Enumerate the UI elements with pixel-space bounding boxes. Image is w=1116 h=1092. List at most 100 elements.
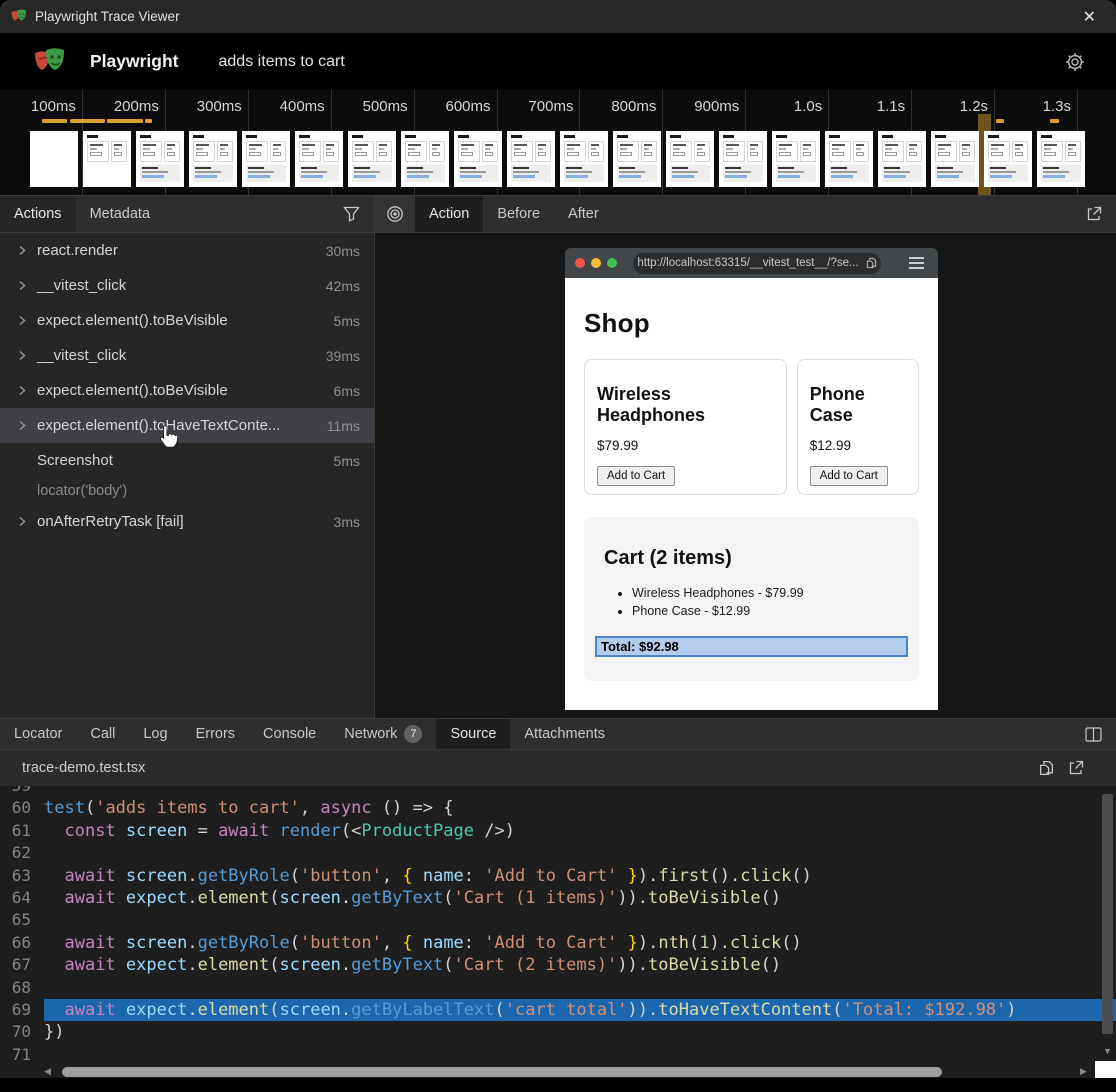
copy-url-icon[interactable] (866, 257, 877, 269)
pick-locator-target-icon[interactable] (375, 196, 415, 232)
tab-errors[interactable]: Errors (182, 719, 249, 749)
code-line: 70}) (0, 1021, 1116, 1043)
timeline-thumbnail[interactable] (666, 131, 714, 187)
action-label: onAfterRetryTask [fail] (37, 513, 184, 530)
action-row[interactable]: expect.element().toBeVisible 6ms (0, 373, 374, 408)
window-title: Playwright Trace Viewer (35, 9, 180, 24)
timeline-action-bar (70, 119, 105, 123)
open-external-icon[interactable] (1086, 206, 1102, 222)
close-icon[interactable]: ✕ (1083, 7, 1096, 27)
action-locator: locator('body') (0, 478, 374, 504)
titlebar: Playwright Trace Viewer ✕ (0, 0, 1116, 33)
vertical-scrollbar[interactable]: ▼ (1102, 794, 1113, 1060)
source-file-bar: trace-demo.test.tsx (0, 750, 1116, 786)
add-to-cart-button[interactable]: Add to Cart (810, 466, 888, 486)
timeline-action-bar (996, 119, 1004, 123)
chevron-right-icon (18, 385, 37, 396)
tab-after[interactable]: After (554, 196, 613, 232)
snapshot-page: Shop Wireless Headphones$79.99Add to Car… (565, 278, 938, 710)
timeline-action-bar (145, 119, 152, 123)
line-number: 71 (0, 1044, 44, 1064)
timeline-thumbnail[interactable] (295, 131, 343, 187)
horizontal-scrollbar[interactable]: ◀ ▶ (44, 1064, 1092, 1079)
tab-actions[interactable]: Actions (0, 196, 76, 232)
action-label: Screenshot (37, 452, 113, 469)
product-name: Wireless Headphones (597, 384, 774, 426)
scroll-right-icon[interactable]: ▶ (1080, 1066, 1092, 1077)
line-number: 59 (0, 786, 44, 797)
filter-icon[interactable] (343, 206, 360, 222)
add-to-cart-button[interactable]: Add to Cart (597, 466, 675, 486)
traffic-light-red-icon (575, 258, 585, 268)
timeline-thumbnail[interactable] (719, 131, 767, 187)
tab-network[interactable]: Network7 (330, 719, 436, 749)
vertical-scroll-thumb[interactable] (1102, 794, 1113, 1034)
line-number: 60 (0, 797, 44, 819)
action-row[interactable]: react.render30ms (0, 233, 374, 268)
split-view-icon[interactable] (1085, 727, 1102, 742)
timeline-thumbnail[interactable] (348, 131, 396, 187)
product-name: Phone Case (810, 384, 906, 426)
timeline-thumbnail[interactable] (401, 131, 449, 187)
code-line: 67 await expect.element(screen.getByText… (0, 954, 1116, 976)
horizontal-scroll-thumb[interactable] (62, 1067, 942, 1077)
action-duration: 39ms (326, 348, 374, 364)
timeline-thumbnail[interactable] (931, 131, 979, 187)
chevron-right-icon (18, 420, 37, 431)
open-source-external-icon[interactable] (1068, 760, 1084, 776)
tab-before[interactable]: Before (483, 196, 554, 232)
action-row[interactable]: expect.element().toBeVisible5ms (0, 303, 374, 338)
action-row[interactable]: onAfterRetryTask [fail]3ms (0, 504, 374, 539)
timeline-thumbnail[interactable] (878, 131, 926, 187)
action-row[interactable]: Screenshot5ms (0, 443, 374, 478)
timeline-thumbnail[interactable] (613, 131, 661, 187)
timeline-thumbnail[interactable] (507, 131, 555, 187)
action-row[interactable]: __vitest_click42ms (0, 268, 374, 303)
settings-gear-icon[interactable] (1064, 51, 1086, 73)
action-label: __vitest_click (37, 347, 126, 364)
chevron-right-icon (18, 245, 37, 256)
test-title: adds items to cart (219, 53, 345, 71)
line-number: 66 (0, 932, 44, 954)
copy-icon[interactable] (1039, 760, 1054, 776)
timeline-thumbnail[interactable] (772, 131, 820, 187)
timeline-thumbnail[interactable] (30, 131, 78, 187)
timeline-thumbnail[interactable] (136, 131, 184, 187)
line-number: 61 (0, 820, 44, 842)
tab-action[interactable]: Action (415, 196, 483, 232)
tab-attachments[interactable]: Attachments (510, 719, 619, 749)
timeline-thumbnail[interactable] (242, 131, 290, 187)
tab-source[interactable]: Source (436, 719, 510, 749)
tab-console[interactable]: Console (249, 719, 330, 749)
network-count-badge: 7 (404, 725, 422, 743)
action-label: expect.element().toBeVisible (37, 382, 228, 399)
timeline-filmstrip[interactable] (30, 131, 1085, 187)
code-line: 68 (0, 977, 1116, 999)
tab-locator[interactable]: Locator (0, 719, 76, 749)
timeline-thumbnail[interactable] (454, 131, 502, 187)
line-number: 69 (0, 999, 44, 1021)
scroll-down-icon[interactable]: ▼ (1103, 1046, 1112, 1056)
timeline-thumbnail[interactable] (560, 131, 608, 187)
action-duration: 6ms (334, 383, 374, 399)
cart-section: Cart (2 items) Wireless Headphones - $79… (584, 517, 919, 681)
scroll-left-icon[interactable]: ◀ (44, 1066, 56, 1077)
tab-log[interactable]: Log (129, 719, 181, 749)
traffic-light-green-icon (607, 258, 617, 268)
timeline-thumbnail[interactable] (825, 131, 873, 187)
action-row[interactable]: __vitest_click 39ms (0, 338, 374, 373)
source-file-name: trace-demo.test.tsx (22, 760, 145, 776)
timeline[interactable]: 100ms200ms300ms400ms500ms600ms700ms800ms… (0, 90, 1116, 196)
action-row[interactable]: expect.element().toHaveTextConte...11ms (0, 408, 374, 443)
address-bar: http://localhost:63315/__vitest_test__/?… (633, 253, 881, 274)
timeline-thumbnail[interactable] (189, 131, 237, 187)
code-line: 65 (0, 909, 1116, 931)
action-label: react.render (37, 242, 118, 259)
timeline-thumbnail[interactable] (984, 131, 1032, 187)
trace-viewer-window: Playwright Trace Viewer ✕ Playwright add… (0, 0, 1116, 1092)
timeline-thumbnail[interactable] (83, 131, 131, 187)
chevron-right-icon (18, 315, 37, 326)
tab-metadata[interactable]: Metadata (76, 196, 164, 232)
timeline-thumbnail[interactable] (1037, 131, 1085, 187)
tab-call[interactable]: Call (76, 719, 129, 749)
